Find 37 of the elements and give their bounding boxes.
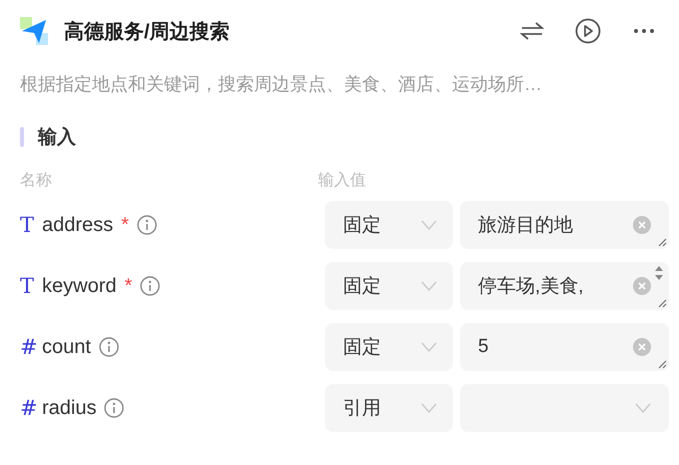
resize-grip-icon[interactable] <box>657 359 667 369</box>
required-mark: * <box>121 214 129 236</box>
section-title: 输入 <box>38 126 76 150</box>
node-title: 高德服务/周边搜索 <box>64 20 231 44</box>
resize-grip-icon[interactable] <box>657 298 667 308</box>
column-header: 名称 <box>20 171 53 191</box>
type-icon: T <box>20 274 40 298</box>
type-icon: T <box>20 213 40 237</box>
chevron-down-icon <box>633 401 653 415</box>
param-name: count <box>42 336 91 358</box>
param-name: radius <box>42 396 96 420</box>
paper-plane-icon <box>20 17 48 45</box>
resize-grip-icon[interactable] <box>657 237 667 247</box>
required-mark: * <box>124 274 132 298</box>
info-icon[interactable] <box>140 276 160 296</box>
param-name: keyword <box>42 274 116 298</box>
mode-dropdown[interactable]: 固定 <box>325 323 453 371</box>
mode-dropdown[interactable]: 引用 <box>325 384 453 432</box>
column-header: 输入值 <box>318 170 367 191</box>
info-icon[interactable] <box>104 398 124 418</box>
param-name: address <box>42 214 114 236</box>
value-field[interactable]: 旅游目的地 <box>460 201 669 249</box>
value-field[interactable]: 停车场,美食, <box>460 262 669 310</box>
info-icon[interactable] <box>136 215 157 235</box>
info-icon[interactable] <box>98 337 119 357</box>
play-icon[interactable] <box>575 18 601 44</box>
mode-dropdown[interactable]: 固定 <box>325 262 453 310</box>
chevron-down-icon <box>419 401 439 415</box>
node-description: 根据指定地点和关键词，搜索周边景点、美食、酒店、运动场所… <box>20 73 543 96</box>
mode-dropdown[interactable]: 固定 <box>325 201 453 249</box>
type-icon: # <box>20 335 40 359</box>
chevron-down-icon <box>419 218 439 232</box>
type-icon: # <box>20 396 40 420</box>
value-field[interactable]: 5 <box>460 323 669 371</box>
chevron-down-icon <box>419 279 439 293</box>
scroll-arrows-icon[interactable] <box>653 264 665 282</box>
chevron-down-icon <box>419 340 439 354</box>
